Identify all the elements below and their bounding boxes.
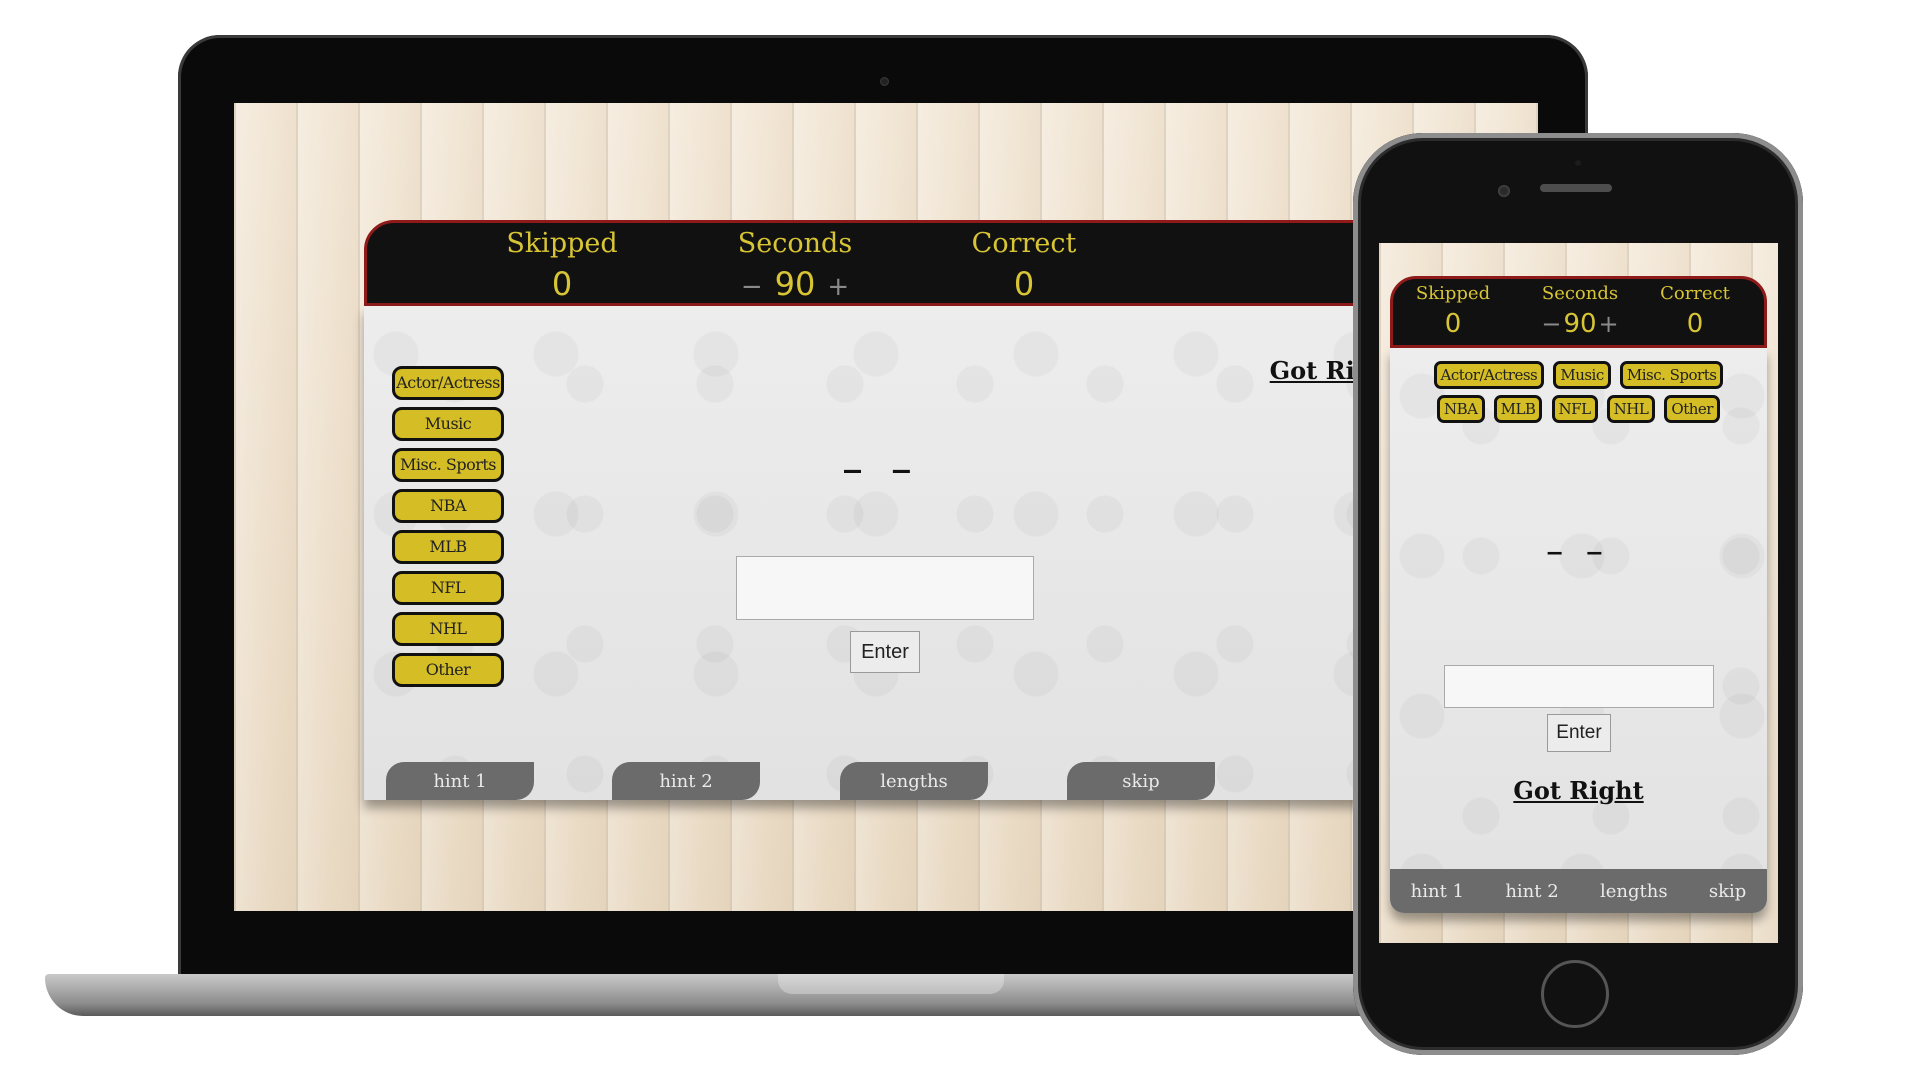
mobile-correct-value: 0: [1686, 309, 1704, 339]
increase-seconds-button[interactable]: +: [827, 272, 849, 302]
laptop-camera-icon: [880, 77, 889, 86]
category-nba-button[interactable]: NBA: [392, 489, 504, 523]
mobile-hint-2-tab[interactable]: hint 2: [1505, 881, 1558, 902]
skipped-stat: Skipped 0: [462, 225, 662, 305]
mobile-seconds-label: Seconds: [1541, 283, 1619, 304]
phone-speaker-icon: [1540, 184, 1612, 192]
guess-input[interactable]: [736, 556, 1034, 620]
phone-home-button[interactable]: [1541, 960, 1609, 1028]
mobile-category-misc-sports-button[interactable]: Misc. Sports: [1619, 361, 1724, 389]
correct-value: 0: [1013, 265, 1035, 303]
mobile-answer-mask: _ _: [1547, 522, 1610, 555]
mobile-category-nfl-button[interactable]: NFL: [1551, 395, 1598, 423]
laptop-base: [45, 974, 1445, 1016]
category-actor-actress-button[interactable]: Actor/Actress: [392, 366, 504, 400]
mobile-seconds-stat: Seconds −90+: [1525, 281, 1635, 341]
mobile-correct-label: Correct: [1660, 283, 1730, 304]
mobile-category-nba-button[interactable]: NBA: [1437, 395, 1485, 423]
mobile-skipped-stat: Skipped 0: [1398, 281, 1508, 341]
phone-camera-icon: [1498, 185, 1510, 197]
hint-2-tab[interactable]: hint 2: [612, 762, 760, 800]
mobile-got-right-link[interactable]: Got Right: [1390, 776, 1767, 805]
game-board: Actor/Actress Music Misc. Sports NBA MLB…: [364, 306, 1414, 800]
category-music-button[interactable]: Music: [392, 407, 504, 441]
category-nfl-button[interactable]: NFL: [392, 571, 504, 605]
skip-tab[interactable]: skip: [1067, 762, 1215, 800]
mobile-guess-input[interactable]: [1444, 665, 1714, 708]
skipped-value: 0: [551, 265, 573, 303]
mobile-category-list: Actor/Actress Music Misc. Sports NBA MLB…: [1390, 358, 1767, 426]
game-app: Skipped 0 Seconds −90 + Correct 0 Actor/A…: [364, 220, 1414, 800]
mobile-lengths-tab[interactable]: lengths: [1600, 881, 1668, 902]
seconds-value: 90: [774, 265, 816, 303]
mobile-skip-tab[interactable]: skip: [1709, 881, 1746, 902]
seconds-label: Seconds: [737, 228, 853, 259]
skipped-label: Skipped: [506, 228, 618, 259]
category-list: Actor/Actress Music Misc. Sports NBA MLB…: [392, 366, 504, 694]
mobile-category-mlb-button[interactable]: MLB: [1493, 395, 1543, 423]
mobile-increase-seconds-button[interactable]: +: [1599, 310, 1619, 338]
mobile-skipped-value: 0: [1444, 309, 1462, 339]
correct-stat: Correct 0: [924, 225, 1124, 305]
mobile-decrease-seconds-button[interactable]: −: [1541, 310, 1561, 338]
lengths-tab[interactable]: lengths: [840, 762, 988, 800]
mobile-game-app: Skipped 0 Seconds −90+ Correct 0 Actor/A…: [1390, 276, 1767, 913]
mobile-category-music-button[interactable]: Music: [1553, 361, 1611, 389]
mobile-tab-bar: hint 1 hint 2 lengths skip: [1390, 869, 1767, 913]
category-other-button[interactable]: Other: [392, 653, 504, 687]
mobile-game-board: Actor/Actress Music Misc. Sports NBA MLB…: [1390, 348, 1767, 913]
mobile-scoreboard-header: Skipped 0 Seconds −90+ Correct 0: [1390, 276, 1767, 348]
mobile-hint-1-tab[interactable]: hint 1: [1411, 881, 1464, 902]
correct-label: Correct: [971, 228, 1077, 259]
mobile-correct-stat: Correct 0: [1640, 281, 1750, 341]
mobile-category-other-button[interactable]: Other: [1664, 395, 1720, 423]
category-nhl-button[interactable]: NHL: [392, 612, 504, 646]
enter-button[interactable]: Enter: [850, 631, 920, 673]
scoreboard-header: Skipped 0 Seconds −90 + Correct 0: [364, 220, 1414, 306]
answer-mask: _ _: [844, 434, 920, 474]
mobile-skipped-label: Skipped: [1415, 283, 1491, 304]
hint-1-tab[interactable]: hint 1: [386, 762, 534, 800]
category-mlb-button[interactable]: MLB: [392, 530, 504, 564]
mobile-category-nhl-button[interactable]: NHL: [1606, 395, 1656, 423]
category-misc-sports-button[interactable]: Misc. Sports: [392, 448, 504, 482]
seconds-stat: Seconds −90 +: [695, 225, 895, 308]
phone-sensor-icon: [1575, 160, 1581, 166]
mobile-enter-button[interactable]: Enter: [1547, 714, 1611, 752]
mobile-seconds-value: 90: [1563, 309, 1597, 339]
mobile-category-actor-actress-button[interactable]: Actor/Actress: [1433, 361, 1545, 389]
laptop-opening-notch: [778, 974, 1004, 994]
decrease-seconds-button[interactable]: −: [741, 272, 763, 302]
phone-screen: Skipped 0 Seconds −90+ Correct 0 Actor/A…: [1379, 243, 1778, 943]
laptop-screen: Skipped 0 Seconds −90 + Correct 0 Actor/A…: [234, 103, 1538, 911]
